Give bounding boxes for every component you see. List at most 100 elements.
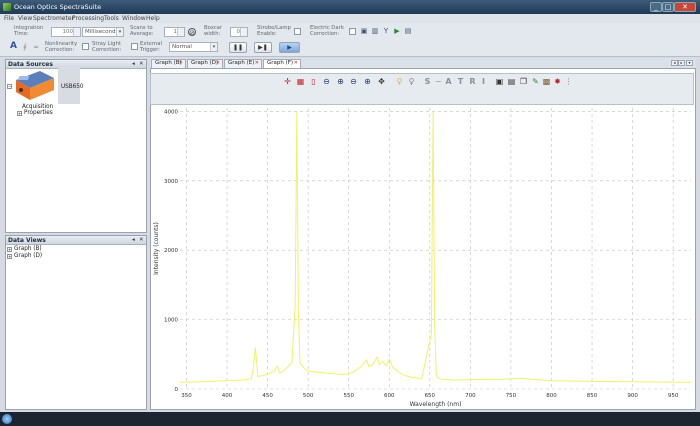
menu-window[interactable]: Window [122, 15, 146, 22]
grid-icon[interactable]: ▦ [296, 77, 305, 86]
zoom-out-icon[interactable]: ⊖ [322, 77, 331, 86]
scope-mode-icon[interactable]: S [423, 77, 432, 86]
print-icon[interactable]: ▤ [507, 77, 516, 86]
integration-time-input[interactable]: 100 [51, 27, 81, 37]
start-button-icon[interactable] [2, 414, 12, 424]
scans-input[interactable]: 1 [164, 27, 185, 37]
collapse-icon[interactable]: − [7, 84, 12, 89]
minimize-button[interactable]: _ [650, 2, 662, 12]
more-icon[interactable]: ⋮ [564, 77, 573, 86]
panel-title: Data Views [8, 237, 46, 244]
tab-graph-e[interactable]: Graph (E) ✕ [224, 59, 262, 68]
tab-menu-icon[interactable]: ▾ [686, 60, 693, 66]
device-label[interactable]: USB650 [61, 84, 84, 90]
menu-spectrometer[interactable]: Spectrometer [33, 15, 74, 22]
spectrometer-device-icon[interactable] [13, 66, 57, 104]
pin-icon[interactable]: ◂ [132, 61, 135, 67]
transmission-mode-icon[interactable]: T [456, 77, 465, 86]
boxcar-input[interactable]: 0 [230, 27, 248, 37]
trigger-mode-value: Normal [172, 44, 192, 50]
single-step-button[interactable]: ▶❚ [254, 42, 272, 53]
close-icon[interactable]: ✕ [139, 61, 144, 67]
data-views-panel: Data Views ◂ ✕ [5, 235, 147, 410]
x-tick-label: 550 [343, 393, 354, 399]
y-tick-label: 3000 [164, 179, 178, 185]
tab-graph-d[interactable]: Graph (D) ✕ [187, 59, 223, 68]
tab-label: Graph (D) [191, 60, 219, 66]
image-icon[interactable]: ▤ [404, 27, 412, 35]
zoom-fit-icon[interactable]: ⊕ [363, 77, 372, 86]
tab-graph-f[interactable]: Graph (F) ✕ [263, 59, 301, 68]
stray-light-checkbox[interactable] [131, 43, 138, 50]
boxcar-label: Boxcar width: [204, 25, 223, 37]
y-tick-label: 0 [175, 387, 179, 393]
tree-item-properties[interactable]: Properties [24, 110, 53, 116]
columns-icon[interactable]: ▥ [371, 27, 379, 35]
crosshair-icon[interactable]: ✛ [283, 77, 292, 86]
export-icon[interactable]: ▩ [542, 77, 551, 86]
irradiance-mode-icon[interactable]: I [479, 77, 488, 86]
electric-dark-label: Electric Dark Correction: [310, 25, 344, 37]
nonlinearity-label: Nonlinearity Correction: [45, 41, 78, 53]
stray-light-label: Stray Light Correction: [92, 41, 122, 53]
x-tick-label: 600 [384, 393, 395, 399]
filter-icon[interactable]: Y [382, 27, 390, 35]
scroll-right-icon[interactable]: ▸ [678, 60, 685, 66]
record-icon[interactable]: ✸ [553, 77, 562, 86]
stop-icon[interactable]: ⊘ [188, 28, 196, 37]
pin-icon[interactable]: ◂ [132, 237, 135, 243]
dark-bulb-icon[interactable]: ♀ [407, 77, 416, 86]
close-icon[interactable]: ✕ [179, 60, 183, 67]
expand-icon[interactable]: + [7, 247, 12, 252]
electric-dark-checkbox[interactable] [349, 28, 356, 35]
copy-icon[interactable]: ❐ [519, 77, 528, 86]
absorbance-mode-icon[interactable]: A [444, 77, 453, 86]
scroll-left-icon[interactable]: ◂ [671, 60, 678, 66]
pause-button[interactable]: ❚❚ [229, 42, 247, 53]
nonlinearity-checkbox[interactable] [82, 43, 89, 50]
x-tick-label: 800 [546, 393, 557, 399]
close-icon[interactable]: ✕ [216, 60, 220, 67]
formula-icon[interactable]: ∮ [21, 43, 29, 51]
zoom-in-icon[interactable]: ⊕ [336, 77, 345, 86]
close-button[interactable]: ✕ [674, 2, 696, 12]
marker-icon[interactable]: ▯ [309, 77, 318, 86]
wave-icon[interactable]: ≈ [32, 43, 40, 51]
scope-minus-dark-icon[interactable]: ~ [434, 77, 443, 86]
overlay-icon[interactable]: ✎ [531, 77, 540, 86]
menu-file[interactable]: File [4, 15, 14, 22]
reflection-mode-icon[interactable]: R [468, 77, 477, 86]
zoom-reset-icon[interactable]: ⊖ [349, 77, 358, 86]
x-tick-label: 900 [627, 393, 638, 399]
play-script-icon[interactable]: ▶ [393, 27, 401, 35]
trigger-mode-select[interactable]: Normal ▾ [169, 42, 218, 52]
save-icon[interactable]: ▣ [495, 77, 504, 86]
integration-unit-select[interactable]: Milliseconds ▾ [82, 27, 124, 37]
menu-view[interactable]: View [18, 15, 32, 22]
x-tick-label: 650 [425, 393, 436, 399]
pan-icon[interactable]: ✥ [377, 77, 386, 86]
play-button[interactable]: ▶ [279, 42, 300, 53]
tab-graph-b[interactable]: Graph (B) ✕ [151, 59, 186, 68]
menu-tools[interactable]: Tools [104, 15, 119, 22]
strobe-checkbox[interactable] [294, 28, 301, 35]
external-trigger-label: External Trigger: [140, 41, 162, 53]
font-icon[interactable]: A [10, 41, 17, 51]
menu-processing[interactable]: Processing [72, 15, 104, 22]
x-tick-label: 500 [303, 393, 314, 399]
tree-item-graph-d[interactable]: Graph (D) [14, 253, 42, 259]
close-icon[interactable]: ✕ [255, 60, 259, 67]
close-icon[interactable]: ✕ [139, 237, 144, 243]
light-bulb-icon[interactable]: ♀ [395, 77, 404, 86]
expand-icon[interactable]: + [7, 254, 12, 259]
menu-help[interactable]: Help [146, 15, 160, 22]
y-tick-label: 1000 [164, 318, 178, 324]
expand-icon[interactable]: + [17, 111, 22, 116]
close-icon[interactable]: ✕ [294, 60, 298, 67]
tab-label: Graph (B) [155, 60, 182, 66]
x-axis-label: Wavelength (nm) [410, 401, 462, 408]
chevron-down-icon: ▾ [210, 43, 217, 51]
monitor-icon[interactable]: ▣ [360, 27, 368, 35]
maximize-button[interactable]: □ [662, 2, 674, 12]
tree-item-graph-b[interactable]: Graph (B) [14, 246, 42, 252]
